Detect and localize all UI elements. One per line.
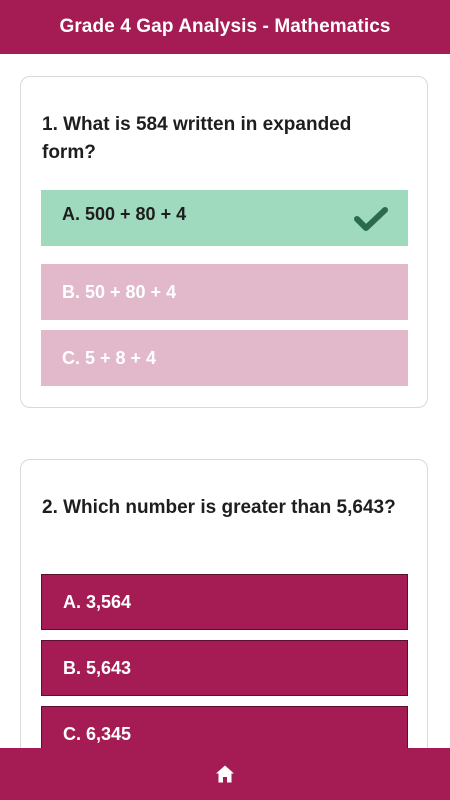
option-label: C. 5 + 8 + 4 (62, 347, 157, 368)
option-label: B. 5,643 (63, 657, 132, 678)
check-icon (354, 207, 388, 231)
app-screen: Grade 4 Gap Analysis - Mathematics 1. Wh… (0, 0, 450, 800)
page-title: Grade 4 Gap Analysis - Mathematics (59, 16, 391, 37)
app-header: Grade 4 Gap Analysis - Mathematics (0, 0, 450, 54)
q1-option-b[interactable]: B. 50 + 80 + 4 (41, 264, 408, 320)
quiz-content[interactable]: 1. What is 584 written in expanded form?… (0, 54, 450, 748)
question-card-2: 2. Which number is greater than 5,643? A… (20, 459, 428, 748)
home-icon[interactable] (215, 764, 235, 784)
bottom-nav-bar (0, 748, 450, 800)
option-label: C. 6,345 (63, 723, 132, 744)
question-text-1: 1. What is 584 written in expanded form? (42, 114, 352, 163)
q2-option-c[interactable]: C. 6,345 (41, 706, 408, 748)
option-label: A. 500 + 80 + 4 (62, 204, 187, 224)
q2-option-a[interactable]: A. 3,564 (41, 574, 408, 630)
option-label: A. 3,564 (63, 591, 132, 612)
question-text-2: 2. Which number is greater than 5,643? (42, 497, 396, 518)
q1-option-c[interactable]: C. 5 + 8 + 4 (41, 330, 408, 386)
question-card-1: 1. What is 584 written in expanded form?… (20, 76, 428, 408)
option-label: B. 50 + 80 + 4 (62, 281, 177, 302)
q1-option-a[interactable]: A. 500 + 80 + 4 (41, 190, 408, 246)
q2-option-b[interactable]: B. 5,643 (41, 640, 408, 696)
